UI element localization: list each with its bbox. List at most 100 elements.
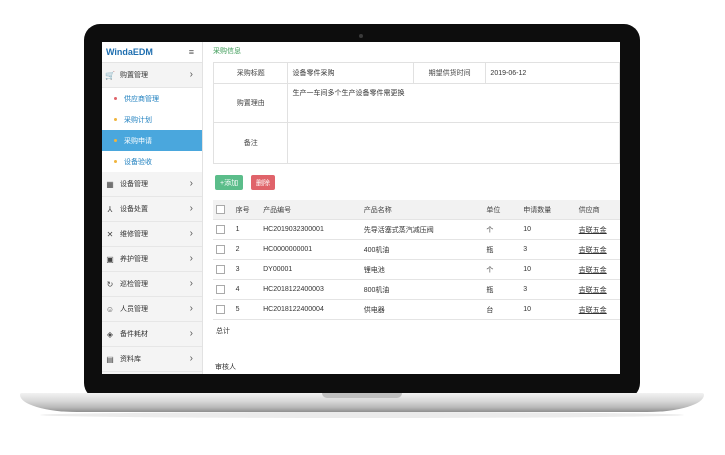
image-icon: ▣ (106, 254, 114, 264)
select-all-checkbox[interactable] (216, 205, 225, 214)
chevron-right-icon: › (189, 203, 193, 214)
table-header-row: 序号 产品编号 产品名称 单位 申请数量 供应商 (213, 200, 620, 220)
brand-logo[interactable]: WindaEDM (106, 47, 153, 57)
column-header: 申请数量 (520, 200, 576, 220)
row-unit: 个 (483, 259, 521, 280)
sidebar-item-label: 养护管理 (120, 256, 148, 263)
table-row: 1 HC2019032300001 先导活塞式蒸汽减压阀 个 10 吉联五金 (213, 219, 620, 240)
row-checkbox[interactable] (216, 245, 225, 254)
dot-icon (114, 139, 117, 142)
column-header: 供应商 (575, 200, 620, 220)
chevron-right-icon: › (189, 253, 193, 264)
sidebar-item-purchase[interactable]: 🛒 购置管理 › (102, 63, 202, 88)
date-label: 期望供货时间 (412, 62, 487, 84)
sidebar-item-inspection[interactable]: ↻ 巡检管理 › (102, 272, 202, 297)
row-code: HC2019032300001 (260, 219, 361, 240)
sidebar-item-label: 备件耗材 (120, 331, 148, 338)
row-code: HC2018122400004 (260, 299, 361, 320)
app-screen: WindaEDM ≡ 🛒 购置管理 › 供应商管理 采购计划 采购申请 设备验收… (102, 42, 620, 374)
sidebar-subitem-label: 采购计划 (124, 116, 152, 124)
note-field[interactable] (287, 122, 620, 164)
sidebar-subitem-request[interactable]: 采购申请 (102, 130, 202, 151)
add-button[interactable]: +添加 (215, 175, 244, 190)
sidebar-subitem-label: 采购申请 (124, 137, 152, 145)
row-unit: 台 (483, 299, 521, 320)
main-content: 采购信息 采购标题 设备零件采购 期望供货时间 2019-06-12 购置理由 … (203, 42, 620, 374)
row-code: DY00001 (260, 259, 361, 280)
row-unit: 瓶 (483, 239, 521, 260)
table-row: 4 HC2018122400003 800机油 瓶 3 吉联五金 (213, 279, 620, 300)
hamburger-icon[interactable]: ≡ (189, 47, 194, 57)
sidebar-item-label: 人员管理 (120, 306, 148, 313)
row-supplier-link[interactable]: 吉联五金 (575, 279, 620, 300)
sidebar-item-label: 购置管理 (120, 72, 148, 79)
row-name: 800机油 (360, 279, 484, 300)
title-field[interactable]: 设备零件采购 (287, 62, 414, 84)
reason-field[interactable]: 生产一车间多个生产设备零件需更换 (287, 83, 620, 123)
total-row: 总计 (213, 320, 620, 343)
sidebar-item-spare-parts[interactable]: ◈ 备件耗材 › (102, 322, 202, 347)
sidebar-item-label: 设备管理 (120, 181, 148, 188)
row-supplier-link[interactable]: 吉联五金 (575, 219, 620, 240)
row-checkbox[interactable] (216, 265, 225, 274)
table-row: 2 HC0000000001 400机油 瓶 3 吉联五金 (213, 239, 620, 260)
row-no: 2 (232, 239, 261, 260)
dot-icon (114, 97, 117, 100)
row-name: 供电器 (360, 299, 484, 320)
row-name: 先导活塞式蒸汽减压阀 (360, 219, 484, 240)
row-qty[interactable]: 10 (520, 259, 576, 280)
dot-icon (114, 160, 117, 163)
row-supplier-link[interactable]: 吉联五金 (575, 239, 620, 260)
row-no: 3 (232, 259, 261, 280)
sidebar-subitem-supplier[interactable]: 供应商管理 (102, 88, 202, 109)
sidebar-item-label: 资料库 (120, 356, 141, 363)
sidebar-item-personnel[interactable]: ☺ 人员管理 › (102, 297, 202, 322)
row-no: 5 (232, 299, 261, 320)
table-row: 3 DY00001 锂电池 个 10 吉联五金 (213, 259, 620, 280)
cart-icon: 🛒 (105, 70, 115, 80)
chevron-right-icon: › (189, 303, 193, 314)
sidebar-subitem-acceptance[interactable]: 设备验收 (102, 151, 202, 172)
date-field[interactable]: 2019-06-12 (485, 62, 620, 84)
reason-label: 购置理由 (212, 83, 289, 123)
sidebar-item-disposal[interactable]: ⅄ 设备处置 › (102, 197, 202, 222)
row-qty[interactable]: 3 (520, 239, 576, 260)
sidebar-item-equipment[interactable]: ▦ 设备管理 › (102, 172, 202, 197)
column-header: 产品编号 (260, 200, 361, 220)
sidebar-subitem-plan[interactable]: 采购计划 (102, 109, 202, 130)
row-code: HC0000000001 (260, 239, 361, 260)
wrench-icon: ✕ (106, 229, 114, 239)
row-qty[interactable]: 10 (520, 299, 576, 320)
sidebar-item-repair[interactable]: ✕ 维修管理 › (102, 222, 202, 247)
sidebar-item-maintenance[interactable]: ▣ 养护管理 › (102, 247, 202, 272)
sidebar-item-label: 巡检管理 (120, 281, 148, 288)
row-no: 1 (232, 219, 261, 240)
total-label: 总计 (216, 328, 230, 335)
sidebar-item-library[interactable]: ▤ 资料库 › (102, 347, 202, 372)
chevron-right-icon: › (189, 69, 193, 80)
laptop-shadow (40, 412, 684, 418)
sidebar-subitem-label: 供应商管理 (124, 95, 159, 103)
row-checkbox[interactable] (216, 285, 225, 294)
delete-button[interactable]: 删除 (251, 175, 275, 190)
chevron-right-icon: › (189, 228, 193, 239)
row-name: 锂电池 (360, 259, 484, 280)
table-row: 5 HC2018122400004 供电器 台 10 吉联五金 (213, 299, 620, 320)
users-icon: ☺ (105, 304, 115, 314)
row-unit: 瓶 (483, 279, 521, 300)
chevron-right-icon: › (189, 178, 193, 189)
sidebar-item-label: 维修管理 (120, 231, 148, 238)
chevron-right-icon: › (189, 278, 193, 289)
row-no: 4 (232, 279, 261, 300)
row-qty[interactable]: 10 (520, 219, 576, 240)
row-checkbox[interactable] (216, 305, 225, 314)
column-header: 单位 (483, 200, 521, 220)
row-supplier-link[interactable]: 吉联五金 (575, 259, 620, 280)
sidebar: WindaEDM ≡ 🛒 购置管理 › 供应商管理 采购计划 采购申请 设备验收… (102, 42, 203, 374)
camera-icon (359, 34, 363, 38)
row-code: HC2018122400003 (260, 279, 361, 300)
grid-icon: ▦ (106, 179, 114, 189)
row-qty[interactable]: 3 (520, 279, 576, 300)
row-supplier-link[interactable]: 吉联五金 (575, 299, 620, 320)
row-checkbox[interactable] (216, 225, 225, 234)
